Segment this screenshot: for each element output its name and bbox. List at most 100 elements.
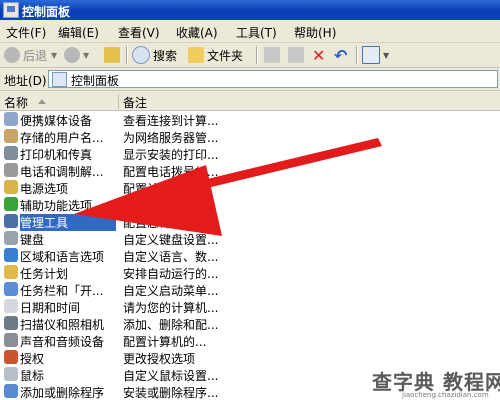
list-item[interactable]: 存储的用户名... 为网络服务器管...	[0, 128, 500, 145]
menu-tools[interactable]: 工具(T)	[236, 24, 277, 41]
accessibility-icon	[4, 197, 18, 211]
item-name: 区域和语言选项	[20, 250, 105, 264]
menu-edit[interactable]: 编辑(E)	[58, 24, 99, 41]
list-item[interactable]: 键盘 自定义键盘设置...	[0, 230, 500, 247]
title-bar[interactable]: 控制面板	[0, 0, 500, 20]
menu-file[interactable]: 文件(F)	[6, 24, 46, 41]
delete-button[interactable]: ✕	[312, 45, 325, 65]
mouse-icon	[4, 367, 18, 381]
back-button[interactable]: 后退 ▼	[4, 45, 57, 65]
list-item[interactable]: 便携媒体设备 查看连接到计算...	[0, 111, 500, 128]
scanner-camera-icon	[4, 316, 18, 330]
item-description: 配置计算机的...	[123, 335, 207, 349]
search-label: 搜索	[153, 48, 178, 63]
item-name: 鼠标	[20, 369, 45, 383]
stored-users-icon	[4, 129, 18, 143]
copy-to-icon	[288, 47, 304, 63]
folders-label: 文件夹	[207, 48, 244, 63]
control-panel-window: 控制面板 文件(F) 编辑(E) 查看(V) 收藏(A) 工具(T) 帮助(H)…	[0, 0, 500, 400]
move-to-icon	[264, 47, 280, 63]
views-button[interactable]: ▼	[362, 45, 389, 65]
back-label: 后退	[23, 48, 48, 63]
search-icon	[132, 46, 150, 64]
forward-button[interactable]: ▼	[64, 45, 89, 65]
printer-icon	[4, 146, 18, 160]
region-language-icon	[4, 248, 18, 262]
control-panel-small-icon	[52, 72, 67, 87]
item-description: 为...	[123, 199, 147, 213]
forward-dropdown-icon: ▼	[83, 50, 90, 60]
admin-tools-icon	[4, 214, 18, 228]
list-item[interactable]: 管理工具 配置您计算机的...	[0, 213, 500, 231]
address-label: 地址(D)	[4, 74, 47, 88]
sort-up-icon	[38, 99, 46, 104]
window-title: 控制面板	[22, 5, 71, 19]
item-name: 打印机和传真	[20, 148, 93, 162]
list-item[interactable]: 辅助功能选项 为...	[0, 196, 500, 213]
item-name: 辅助功能选项	[20, 199, 93, 213]
undo-icon: ↶	[334, 45, 348, 65]
item-name: 键盘	[20, 233, 45, 247]
views-dropdown-icon: ▼	[383, 50, 390, 60]
list-item[interactable]: 任务栏和「开... 自定义启动菜单...	[0, 281, 500, 298]
item-description: 显示安装的打印...	[123, 148, 219, 162]
toolbar-separator	[356, 46, 358, 64]
menu-view[interactable]: 查看(V)	[118, 24, 160, 41]
power-options-icon	[4, 180, 18, 194]
item-name: 声音和音频设备	[20, 335, 105, 349]
portable-media-icon	[4, 112, 18, 126]
back-dropdown-icon: ▼	[51, 50, 58, 60]
toolbar: 后退 ▼ ▼ 搜索 文件夹 ✕ ↶ ▼	[0, 43, 500, 68]
up-folder-button[interactable]	[104, 45, 123, 65]
list-item[interactable]: 电源选项 配置计...	[0, 179, 500, 196]
item-description: 配置计...	[123, 182, 171, 196]
list-item[interactable]: 日期和时间 请为您的计算机...	[0, 298, 500, 315]
item-description: 自定义启动菜单...	[123, 284, 219, 298]
list-item[interactable]: 授权 更改授权选项	[0, 349, 500, 366]
item-description: 为网络服务器管...	[123, 131, 219, 145]
scheduled-tasks-icon	[4, 265, 18, 279]
address-bar: 地址(D) 控制面板	[0, 68, 500, 91]
control-panel-icon	[3, 2, 19, 18]
copy-to-button[interactable]	[288, 45, 307, 65]
item-name: 电源选项	[20, 182, 69, 196]
address-input[interactable]: 控制面板	[48, 70, 498, 88]
up-folder-icon	[104, 47, 120, 63]
move-to-button[interactable]	[264, 45, 283, 65]
taskbar-icon	[4, 282, 18, 296]
toolbar-separator	[256, 46, 258, 64]
toolbar-separator	[126, 46, 128, 64]
list-header: 名称 备注	[0, 93, 500, 111]
list-item[interactable]: 任务计划 安排自动运行的...	[0, 264, 500, 281]
search-button[interactable]: 搜索	[132, 45, 177, 65]
control-panel-item-list: 便携媒体设备 查看连接到计算... 存储的用户名... 为网络服务器管... 打印机和传…	[0, 111, 500, 400]
item-description: 请为您的计算机...	[123, 301, 219, 315]
column-header-name[interactable]: 名称	[0, 94, 119, 110]
item-name: 扫描仪和照相机	[20, 318, 105, 332]
list-item[interactable]: 区域和语言选项 自定义语言、数...	[0, 247, 500, 264]
watermark-url-text: jiaocheng.chazidian.com	[402, 391, 489, 399]
item-name: 电话和调制解...	[20, 165, 104, 179]
list-item[interactable]: 电话和调制解... 配置电话拨号规...	[0, 162, 500, 179]
item-name: 日期和时间	[20, 301, 81, 315]
item-name: 任务栏和「开...	[20, 284, 104, 298]
item-description: 自定义语言、数...	[123, 250, 219, 264]
column-header-remark[interactable]: 备注	[119, 94, 500, 110]
date-time-icon	[4, 299, 18, 313]
list-item[interactable]: 扫描仪和照相机 添加、删除和配...	[0, 315, 500, 332]
menu-help[interactable]: 帮助(H)	[294, 24, 336, 41]
item-description: 自定义键盘设置...	[123, 233, 219, 247]
sound-icon	[4, 333, 18, 347]
folder-icon	[188, 47, 204, 63]
list-item[interactable]: 声音和音频设备 配置计算机的...	[0, 332, 500, 349]
watermark: 查字典 教程网 jiaocheng.chazidian.com	[372, 366, 500, 399]
menu-favorites[interactable]: 收藏(A)	[176, 24, 218, 41]
item-description: 查看连接到计算...	[123, 114, 219, 128]
undo-button[interactable]: ↶	[334, 45, 347, 65]
delete-x-icon: ✕	[312, 45, 326, 65]
item-description: 更改授权选项	[123, 352, 196, 366]
views-icon	[362, 46, 380, 64]
folders-button[interactable]: 文件夹	[188, 45, 243, 65]
item-name: 存储的用户名...	[20, 131, 104, 145]
list-item[interactable]: 打印机和传真 显示安装的打印...	[0, 145, 500, 162]
